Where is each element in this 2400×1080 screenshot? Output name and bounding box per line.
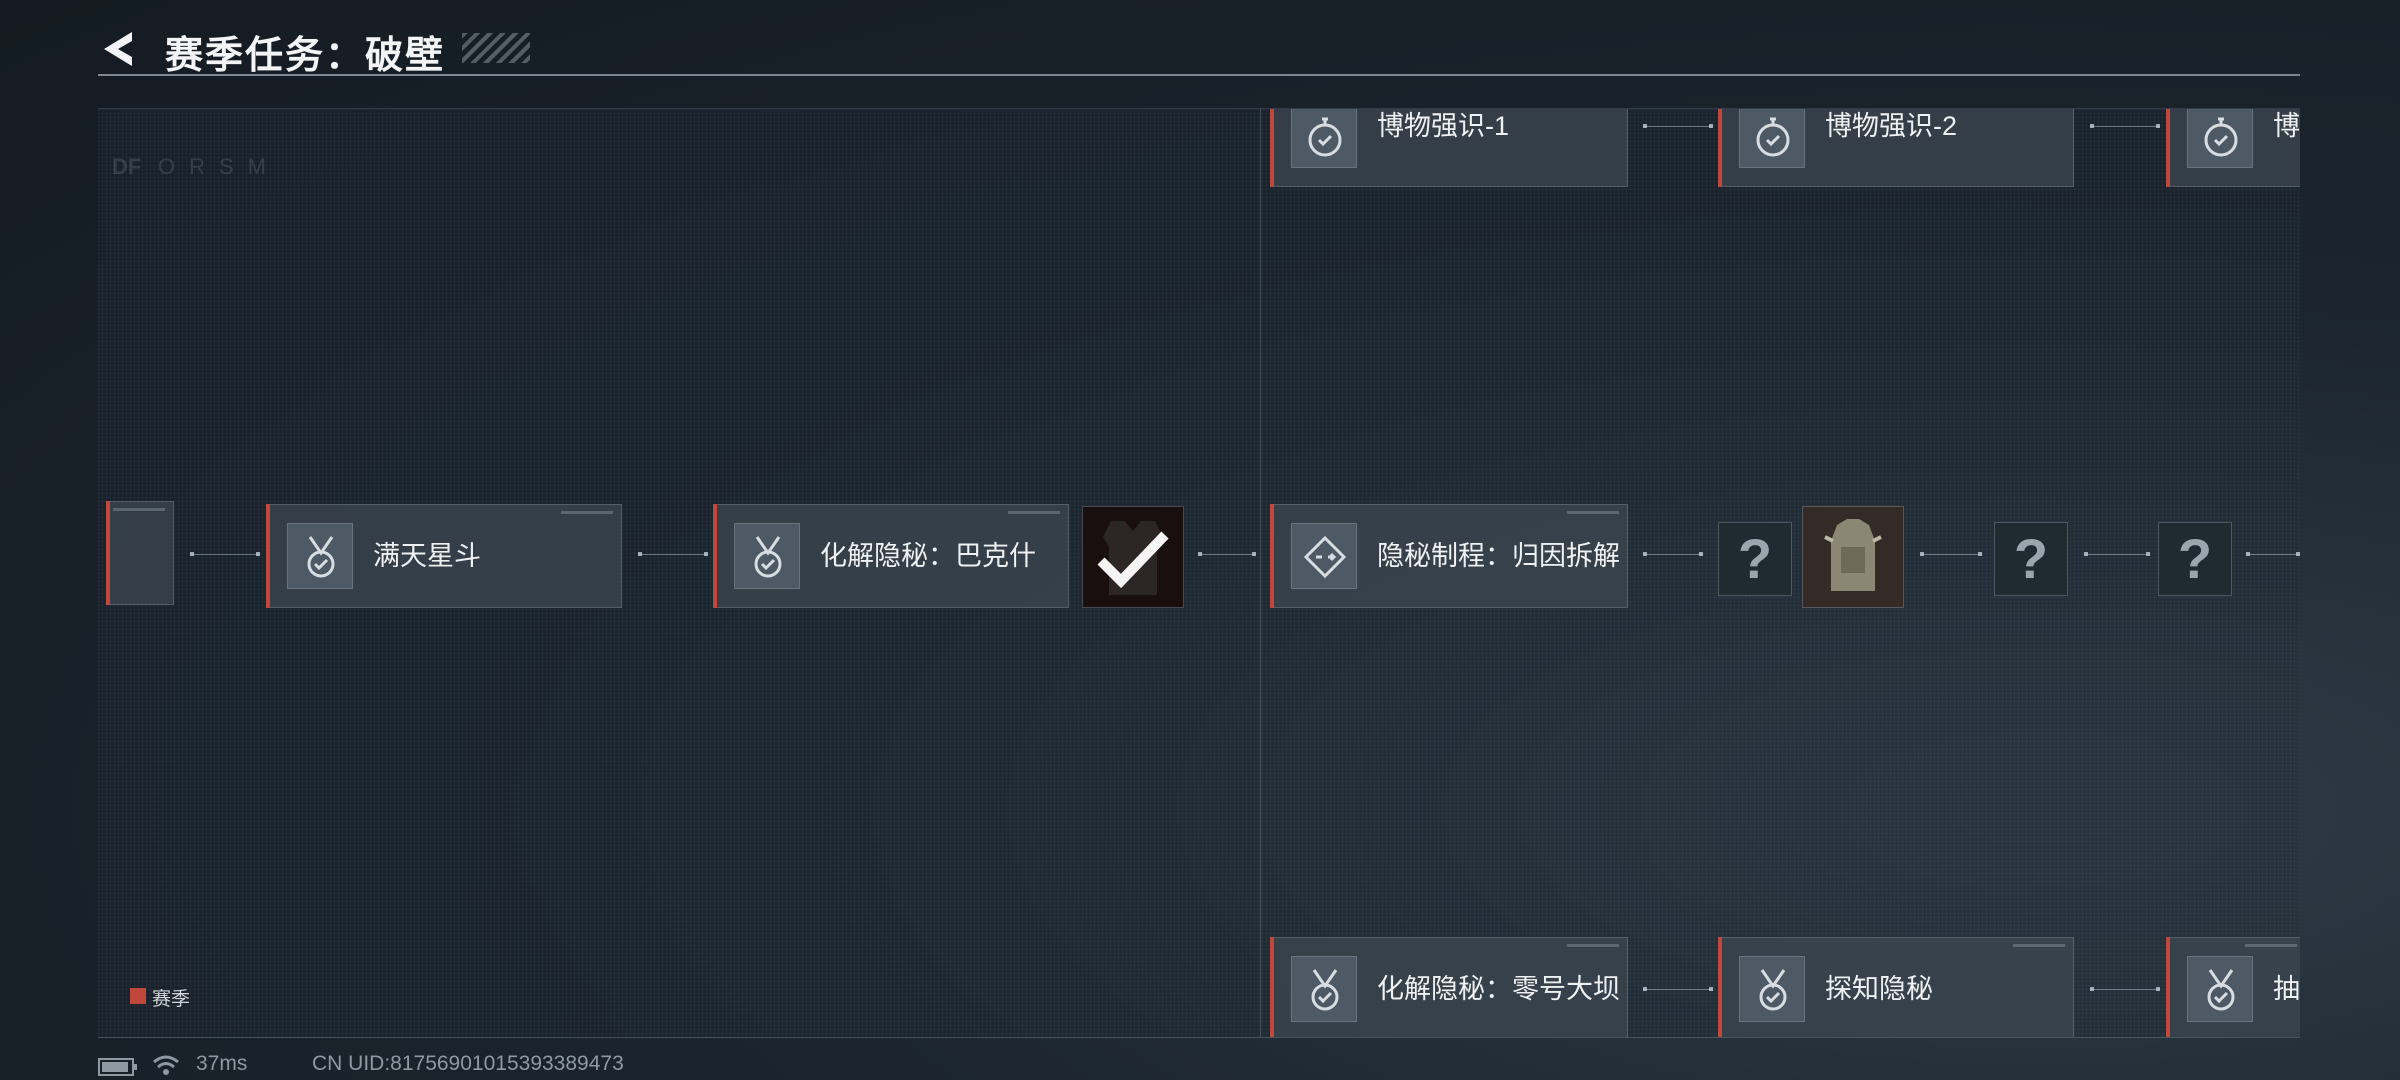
- back-chevron-icon[interactable]: [98, 28, 140, 70]
- stopwatch-check-icon: [2187, 109, 2253, 168]
- medal-check-icon: [1739, 956, 1805, 1022]
- task-card-yinmizhicheng[interactable]: 隐秘制程：归因拆解: [1270, 504, 1628, 608]
- task-label: 博物强识-2: [1825, 111, 1958, 141]
- connector-line: [1643, 124, 1713, 128]
- faint-code: DF: [112, 154, 142, 179]
- task-card-mantianxingdou[interactable]: 满天星斗: [266, 504, 622, 608]
- stopwatch-check-icon: [1291, 109, 1357, 168]
- task-card-tanzhiyinmi[interactable]: 探知隐秘: [1718, 937, 2074, 1037]
- task-card-partial[interactable]: 博: [2166, 109, 2300, 187]
- connector-line: [190, 552, 260, 556]
- medal-check-icon: [2187, 956, 2253, 1022]
- tactical-backpack-reward[interactable]: [1802, 506, 1904, 608]
- task-card-partial[interactable]: 抽: [2166, 937, 2300, 1037]
- armor-vest-reward[interactable]: [1082, 506, 1184, 608]
- legend-label: 赛季: [152, 989, 191, 1010]
- header-divider: [98, 74, 2300, 76]
- medal-check-icon: [1291, 956, 1357, 1022]
- wifi-icon: [153, 1055, 179, 1075]
- task-card-partial[interactable]: [106, 501, 174, 605]
- diamond-arrows-icon: [1291, 523, 1357, 589]
- connector-line: [1643, 552, 1703, 556]
- medal-check-icon: [734, 523, 800, 589]
- task-label: 博: [2273, 111, 2300, 141]
- legend-swatch: [130, 988, 146, 1004]
- header-bar: 赛季任务：破壁: [0, 0, 2400, 80]
- task-label: 化解隐秘：零号大坝: [1377, 974, 1620, 1004]
- armor-vest-icon: [1097, 521, 1169, 595]
- connector-line: [2090, 987, 2160, 991]
- backpack-icon: [1824, 519, 1882, 591]
- connector-line: [1643, 987, 1713, 991]
- task-card-bowuqiangshi-2[interactable]: 博物强识-2: [1718, 109, 2074, 187]
- connector-line: [1920, 552, 1982, 556]
- connector-line: [2246, 552, 2300, 556]
- ping-readout: 37ms: [196, 1052, 248, 1075]
- faint-code: ORSM: [158, 154, 280, 179]
- task-label: 满天星斗: [373, 541, 481, 571]
- mystery-reward[interactable]: ?: [1994, 522, 2068, 596]
- task-label: 博物强识-1: [1377, 111, 1510, 141]
- mystery-reward[interactable]: ?: [2158, 522, 2232, 596]
- task-label: 化解隐秘：巴克什: [820, 541, 1036, 571]
- task-card-bowuqiangshi-1[interactable]: 博物强识-1: [1270, 109, 1628, 187]
- connector-line: [2090, 124, 2160, 128]
- back-button[interactable]: [98, 28, 140, 70]
- task-card-linghaodaba[interactable]: 化解隐秘：零号大坝: [1270, 937, 1628, 1037]
- task-label: 探知隐秘: [1825, 974, 1933, 1004]
- page-title: 赛季任务：破壁: [165, 35, 446, 77]
- task-label: 抽: [2273, 974, 2300, 1004]
- task-label: 隐秘制程：归因拆解: [1377, 541, 1620, 571]
- title-decoration: [462, 33, 530, 63]
- task-board[interactable]: DF ORSM 满天星斗 化解隐秘：巴克什 博物强识-1 博物强识-2 博 隐秘…: [98, 108, 2300, 1038]
- medal-check-icon: [287, 523, 353, 589]
- mystery-reward[interactable]: ?: [1718, 522, 1792, 596]
- user-uid: CN UID:81756901015393389473: [312, 1052, 624, 1075]
- column-divider: [1260, 109, 1261, 1037]
- connector-line: [638, 552, 708, 556]
- battery-icon: [98, 1058, 137, 1076]
- stopwatch-check-icon: [1739, 109, 1805, 168]
- connector-line: [1198, 552, 1256, 556]
- task-card-bakeshi[interactable]: 化解隐秘：巴克什: [713, 504, 1069, 608]
- connector-line: [2084, 552, 2150, 556]
